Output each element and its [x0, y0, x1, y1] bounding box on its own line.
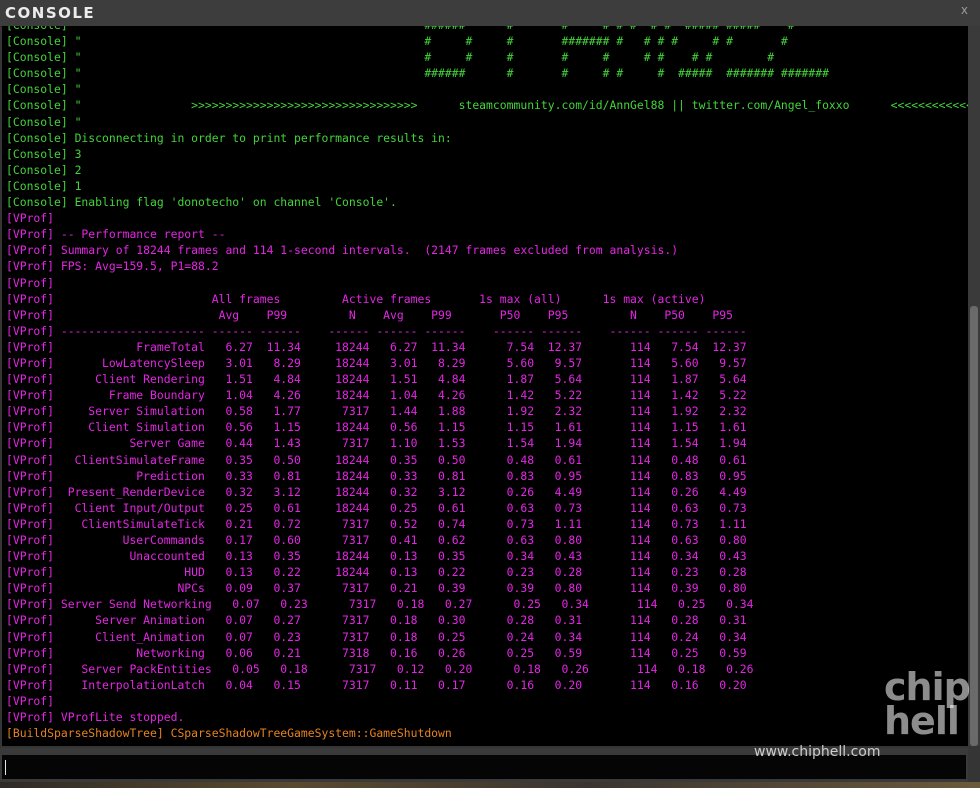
console-line: [Console] Disconnecting in order to prin… — [6, 130, 452, 145]
console-line: [VProf] Server Animation 0.07 0.27 7317 … — [6, 613, 747, 628]
console-line: [Console] " — [6, 82, 82, 97]
console-lines: [Console] " ###### # # # # # # # ##### #… — [6, 26, 968, 741]
console-line: [VProf] Client Simulation 0.56 1.15 1824… — [6, 420, 747, 435]
console-line: [VProf] ClientSimulateFrame 0.35 0.50 18… — [6, 452, 747, 467]
console-line: [VProf] Networking 0.06 0.21 7318 0.16 0… — [6, 645, 747, 660]
watermark: chip hell www.chiphell.com — [754, 665, 980, 760]
console-line: [VProf] FPS: Avg=159.5, P1=88.2 — [6, 259, 219, 274]
console-line: [Console] " ###### # # # # # # # ##### #… — [6, 26, 968, 33]
title-bar[interactable]: CONSOLE x — [0, 0, 980, 27]
console-line: [Console] " >>>>>>>>>>>>>>>>>>>>>>>>>>>>… — [6, 98, 968, 113]
console-line: [VProf] Client_Animation 0.07 0.23 7317 … — [6, 629, 747, 644]
console-line: [VProf] -- Performance report -- — [6, 227, 226, 242]
window-title: CONSOLE — [5, 4, 96, 22]
console-line: [VProf] Frame Boundary 1.04 4.26 18244 1… — [6, 388, 747, 403]
console-line: [Console] 3 — [6, 146, 82, 161]
text-cursor — [5, 760, 6, 775]
console-line: [VProf] LowLatencySleep 3.01 8.29 18244 … — [6, 355, 747, 370]
console-line: [VProf] UserCommands 0.17 0.60 7317 0.41… — [6, 533, 747, 547]
console-line: [Console] 2 — [6, 162, 82, 177]
console-line: [VProf] Present_RenderDevice 0.32 3.12 1… — [6, 484, 747, 499]
console-line: [VProf] Unaccounted 0.13 0.35 18244 0.13… — [6, 549, 747, 564]
console-line: [VProf] ClientSimulateTick 0.21 0.72 731… — [6, 516, 747, 531]
console-line: [Console] " — [6, 114, 82, 129]
console-line: [VProf] HUD 0.13 0.22 18244 0.13 0.22 0.… — [6, 565, 747, 580]
console-line: [Console] " # # # ####### # # # # # # # — [6, 34, 788, 49]
console-line: [VProf] Client Input/Output 0.25 0.61 18… — [6, 500, 747, 515]
console-line: [VProf] Client Rendering 1.51 4.84 18244… — [6, 372, 747, 387]
console-line: [VProf] — [6, 275, 55, 290]
console-line: [VProf] Prediction 0.33 0.81 18244 0.33 … — [6, 468, 747, 483]
game-background-strip — [0, 782, 980, 788]
console-line: [VProf] Server Simulation 0.58 1.77 7317… — [6, 404, 747, 419]
scrollbar[interactable] — [968, 26, 980, 746]
console-line: [VProf] --------------------- ------ ---… — [6, 323, 747, 338]
console-line: [VProf] Summary of 18244 frames and 114 … — [6, 243, 679, 258]
watermark-logo: chip hell — [884, 665, 971, 743]
console-line: [VProf] All frames Active frames 1s max … — [6, 291, 706, 306]
console-line: [VProf] Server Send Networking 0.07 0.23… — [6, 597, 754, 612]
console-line: [Console] 1 — [6, 178, 82, 193]
console-line: [VProf] NPCs 0.09 0.37 7317 0.21 0.39 0.… — [6, 581, 747, 596]
console-line: [Console] " ###### # # # # # ##### #####… — [6, 66, 829, 81]
close-icon[interactable]: x — [961, 3, 968, 17]
watermark-url: www.chiphell.com — [754, 744, 881, 760]
console-line: [VProf] — [6, 211, 55, 226]
console-line: [VProf] Avg P99 N Avg P99 P50 P95 N P50 … — [6, 307, 733, 322]
console-line: [Console] " # # # # # # # # # # — [6, 50, 775, 65]
console-output[interactable]: [Console] " ###### # # # # # # # ##### #… — [2, 26, 968, 746]
console-line: [VProf] Server Game 0.44 1.43 7317 1.10 … — [6, 436, 747, 451]
console-line: [Console] Enabling flag 'donotecho' on c… — [6, 195, 397, 210]
console-line: [VProf] FrameTotal 6.27 11.34 18244 6.27… — [6, 339, 747, 354]
